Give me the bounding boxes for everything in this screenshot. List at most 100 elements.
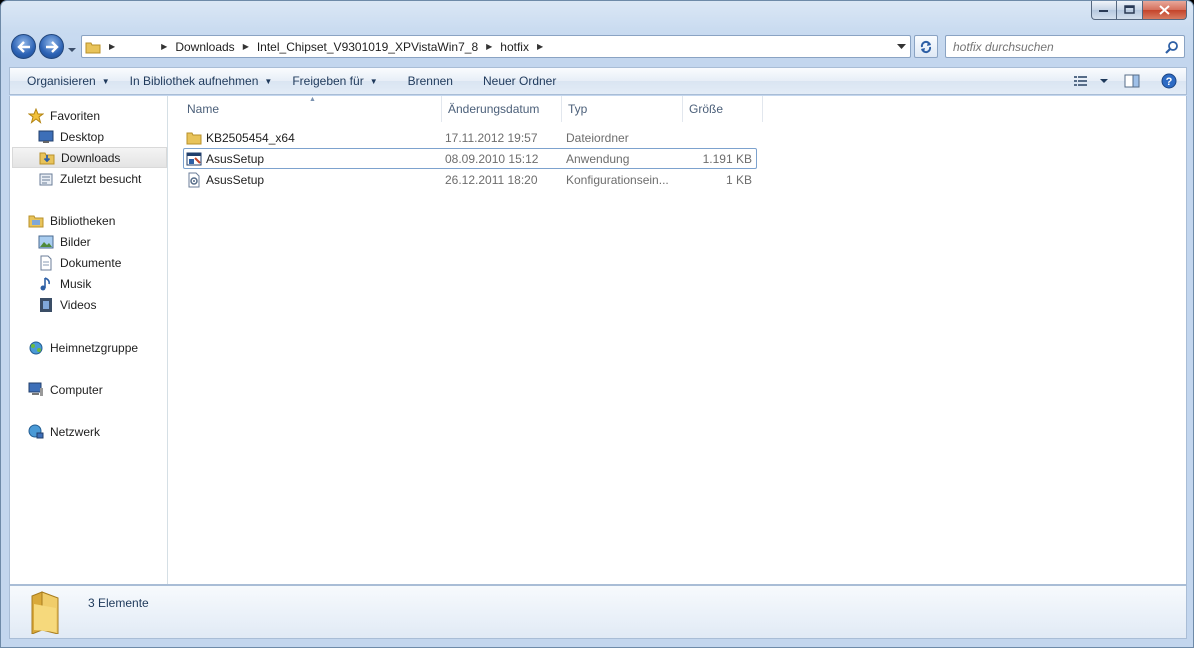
column-header-type[interactable]: Typ [562, 96, 683, 122]
sidebar-item-music[interactable]: Musik [38, 273, 91, 294]
view-options-dropdown[interactable] [1096, 68, 1112, 94]
close-icon [1159, 5, 1170, 15]
file-name: KB2505454_x64 [206, 131, 295, 145]
pictures-icon [38, 234, 54, 250]
file-type: Konfigurationsein... [566, 173, 669, 187]
column-header-label: Änderungsdatum [448, 102, 540, 116]
breadcrumb-separator[interactable]: ▶ [239, 42, 253, 51]
back-button[interactable] [11, 34, 36, 59]
organize-menu[interactable]: Organisieren ▼ [10, 68, 120, 94]
arrow-right-icon [45, 40, 59, 53]
chevron-down-icon [68, 48, 76, 52]
column-header-size[interactable]: Größe [683, 96, 763, 122]
breadcrumb-segment-2[interactable]: Intel_Chipset_V9301019_XPVistaWin7_8 [253, 36, 482, 57]
column-header-name[interactable]: Name [169, 96, 442, 122]
search-input[interactable] [946, 36, 1151, 57]
chevron-down-icon [897, 43, 906, 49]
column-header-label: Name [187, 102, 220, 116]
arrow-left-icon [16, 40, 30, 53]
network-icon [28, 424, 44, 440]
column-header-label: Größe [689, 102, 724, 116]
sidebar-item-label: Bibliotheken [50, 213, 116, 228]
breadcrumb-separator[interactable]: ▶ [533, 42, 547, 51]
address-bar[interactable]: ▶ ▶ Downloads ▶ Intel_Chipset_V9301019_X… [81, 35, 911, 58]
navigation-bar: ▶ ▶ Downloads ▶ Intel_Chipset_V9301019_X… [1, 31, 1193, 63]
file-date: 17.11.2012 19:57 [445, 131, 538, 145]
file-size: 1.191 KB [702, 152, 752, 166]
breadcrumb-segment-1[interactable]: Downloads [171, 36, 238, 57]
content-area: Favoriten Desktop Downloads Zuletzt besu… [9, 96, 1187, 585]
setup-application-icon [186, 152, 202, 166]
minimize-button[interactable] [1091, 1, 1117, 20]
share-with-menu[interactable]: Freigeben für ▼ [282, 68, 387, 94]
breadcrumb-separator[interactable]: ▶ [482, 42, 496, 51]
search-icon[interactable] [1165, 40, 1179, 54]
column-header-date[interactable]: Änderungsdatum [442, 96, 562, 122]
breadcrumb-separator[interactable]: ▶ [157, 42, 171, 51]
preview-pane-button[interactable] [1112, 68, 1152, 94]
include-in-library-menu[interactable]: In Bibliothek aufnehmen ▼ [120, 68, 283, 94]
burn-label: Brennen [407, 74, 453, 88]
details-pane: 3 Elemente [9, 585, 1187, 639]
help-button[interactable]: ? [1152, 68, 1186, 94]
sidebar-item-label: Netzwerk [50, 424, 101, 439]
file-date: 26.12.2011 18:20 [445, 173, 538, 187]
navigation-pane: Favoriten Desktop Downloads Zuletzt besu… [10, 96, 168, 584]
sidebar-item-videos[interactable]: Videos [38, 294, 96, 315]
change-view-button[interactable] [1066, 68, 1096, 94]
item-count: 3 Elemente [88, 596, 149, 610]
breadcrumb-segment-0[interactable] [119, 36, 157, 57]
documents-icon [38, 255, 54, 271]
sidebar-item-label: Bilder [60, 234, 91, 249]
sidebar-item-documents[interactable]: Dokumente [38, 252, 121, 273]
sidebar-item-favorites[interactable]: Favoriten [28, 105, 100, 126]
libraries-icon [28, 213, 44, 229]
help-icon: ? [1161, 73, 1177, 89]
new-folder-button[interactable]: Neuer Ordner [463, 68, 566, 94]
forward-button[interactable] [39, 34, 64, 59]
address-folder-icon-wrap [82, 36, 105, 57]
chevron-down-icon: ▼ [369, 76, 378, 86]
sidebar-item-network[interactable]: Netzwerk [28, 421, 100, 442]
address-history-dropdown[interactable] [893, 36, 910, 57]
sidebar-item-label: Dokumente [60, 255, 122, 270]
search-box [945, 35, 1185, 58]
chevron-down-icon [1100, 78, 1108, 83]
maximize-icon [1124, 5, 1135, 14]
chevron-down-icon: ▼ [101, 76, 110, 86]
maximize-button[interactable] [1117, 1, 1143, 20]
sidebar-item-downloads[interactable]: Downloads [12, 147, 167, 168]
breadcrumb-segment-3[interactable]: hotfix [496, 36, 533, 57]
recent-pages-dropdown[interactable] [67, 43, 77, 53]
sidebar-item-homegroup[interactable]: Heimnetzgruppe [28, 337, 138, 358]
svg-text:?: ? [1166, 76, 1173, 88]
explorer-window: ▶ ▶ Downloads ▶ Intel_Chipset_V9301019_X… [0, 0, 1194, 648]
downloads-folder-icon [39, 150, 55, 166]
file-list: ▲ Name Änderungsdatum Typ Größe KB250545… [169, 96, 1186, 584]
sidebar-item-libraries[interactable]: Bibliotheken [28, 210, 115, 231]
sidebar-item-pictures[interactable]: Bilder [38, 231, 91, 252]
file-name: AsusSetup [206, 173, 265, 187]
file-type: Dateiordner [566, 131, 629, 145]
sidebar-item-recent[interactable]: Zuletzt besucht [38, 168, 141, 189]
sidebar-item-desktop[interactable]: Desktop [38, 126, 104, 147]
file-row[interactable]: AsusSetup 26.12.2011 18:20 Konfiguration… [183, 169, 757, 190]
new-folder-label: Neuer Ordner [482, 74, 557, 88]
sidebar-item-label: Desktop [60, 129, 105, 144]
refresh-icon [920, 40, 932, 53]
sidebar-item-computer[interactable]: Computer [28, 379, 103, 400]
close-button[interactable] [1143, 1, 1187, 20]
file-row[interactable]: KB2505454_x64 17.11.2012 19:57 Dateiordn… [183, 127, 757, 148]
burn-button[interactable]: Brennen [388, 68, 463, 94]
sidebar-item-label: Musik [60, 276, 92, 291]
file-row[interactable]: AsusSetup 08.09.2010 15:12 Anwendung 1.1… [183, 148, 757, 169]
music-icon [38, 276, 54, 292]
refresh-button[interactable] [914, 35, 938, 58]
minimize-icon [1099, 10, 1108, 12]
file-size: 1 KB [725, 173, 752, 187]
sidebar-item-label: Heimnetzgruppe [50, 340, 139, 355]
caption-buttons [1091, 1, 1187, 21]
breadcrumb-separator[interactable]: ▶ [105, 42, 119, 51]
folder-icon [186, 132, 202, 145]
recent-places-icon [38, 171, 54, 187]
